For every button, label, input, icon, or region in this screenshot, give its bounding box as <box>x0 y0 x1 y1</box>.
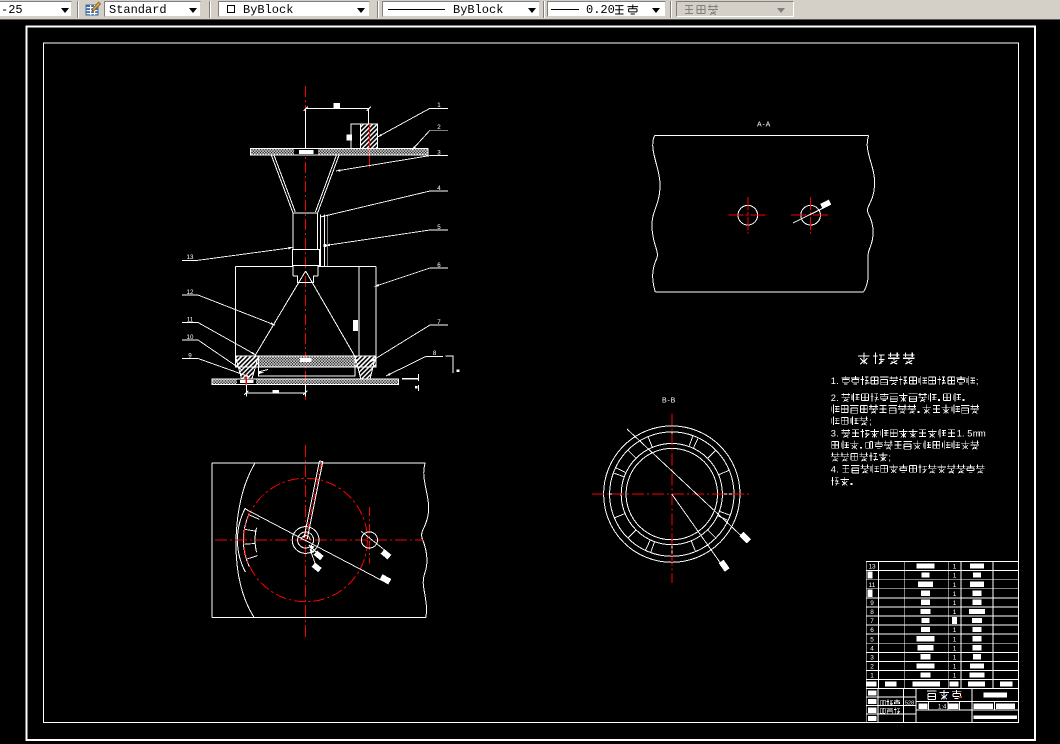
svg-text:5: 5 <box>437 224 441 231</box>
svg-text:2: 2 <box>870 664 874 671</box>
svg-text:.: . <box>962 429 965 439</box>
svg-text:1: 1 <box>437 102 441 109</box>
svg-text:1: 1 <box>953 654 957 661</box>
svg-text:1:4: 1:4 <box>938 704 947 710</box>
svg-text:;: ; <box>869 416 872 426</box>
svg-text:m: m <box>978 429 986 439</box>
svg-text:6: 6 <box>870 627 874 634</box>
svg-text:12: 12 <box>187 289 194 296</box>
svg-text:1: 1 <box>953 627 957 634</box>
svg-text:9: 9 <box>188 352 192 359</box>
svg-text:7: 7 <box>870 618 874 625</box>
svg-text:2: 2 <box>437 124 441 131</box>
svg-text:1: 1 <box>953 600 957 607</box>
svg-text:.: . <box>836 429 839 439</box>
svg-text:.: . <box>836 376 839 386</box>
svg-text:1: 1 <box>953 645 957 652</box>
svg-text:6: 6 <box>437 262 441 269</box>
svg-text:1: 1 <box>953 636 957 643</box>
svg-text:9: 9 <box>870 600 874 607</box>
svg-text:5: 5 <box>967 429 972 439</box>
svg-text:4: 4 <box>437 185 441 192</box>
svg-text:7: 7 <box>437 319 441 326</box>
svg-text:11: 11 <box>187 316 194 323</box>
svg-text:10: 10 <box>187 334 194 341</box>
svg-text:1: 1 <box>870 673 874 680</box>
svg-text:1: 1 <box>953 564 957 571</box>
svg-text:.: . <box>836 393 839 403</box>
svg-text:A-A: A-A <box>757 122 771 129</box>
svg-text:1: 1 <box>953 591 957 598</box>
svg-text:13: 13 <box>187 254 194 261</box>
svg-text:3: 3 <box>437 149 441 156</box>
svg-text:1: 1 <box>953 609 957 616</box>
svg-text:8: 8 <box>870 609 874 616</box>
svg-text:5: 5 <box>870 636 874 643</box>
svg-text:528: 528 <box>905 701 914 707</box>
svg-text:1: 1 <box>953 573 957 580</box>
svg-text:11: 11 <box>869 582 876 589</box>
svg-text:1: 1 <box>953 582 957 589</box>
svg-text:.: . <box>836 464 839 474</box>
svg-text:;: ; <box>976 376 979 386</box>
svg-text:8: 8 <box>433 350 437 357</box>
svg-text:1: 1 <box>953 673 957 680</box>
svg-text:B-B: B-B <box>662 398 676 405</box>
svg-text:13: 13 <box>868 564 876 571</box>
svg-text:3: 3 <box>870 654 874 661</box>
svg-text:;: ; <box>888 452 891 462</box>
svg-text:4: 4 <box>870 645 874 652</box>
svg-text:1: 1 <box>953 664 957 671</box>
